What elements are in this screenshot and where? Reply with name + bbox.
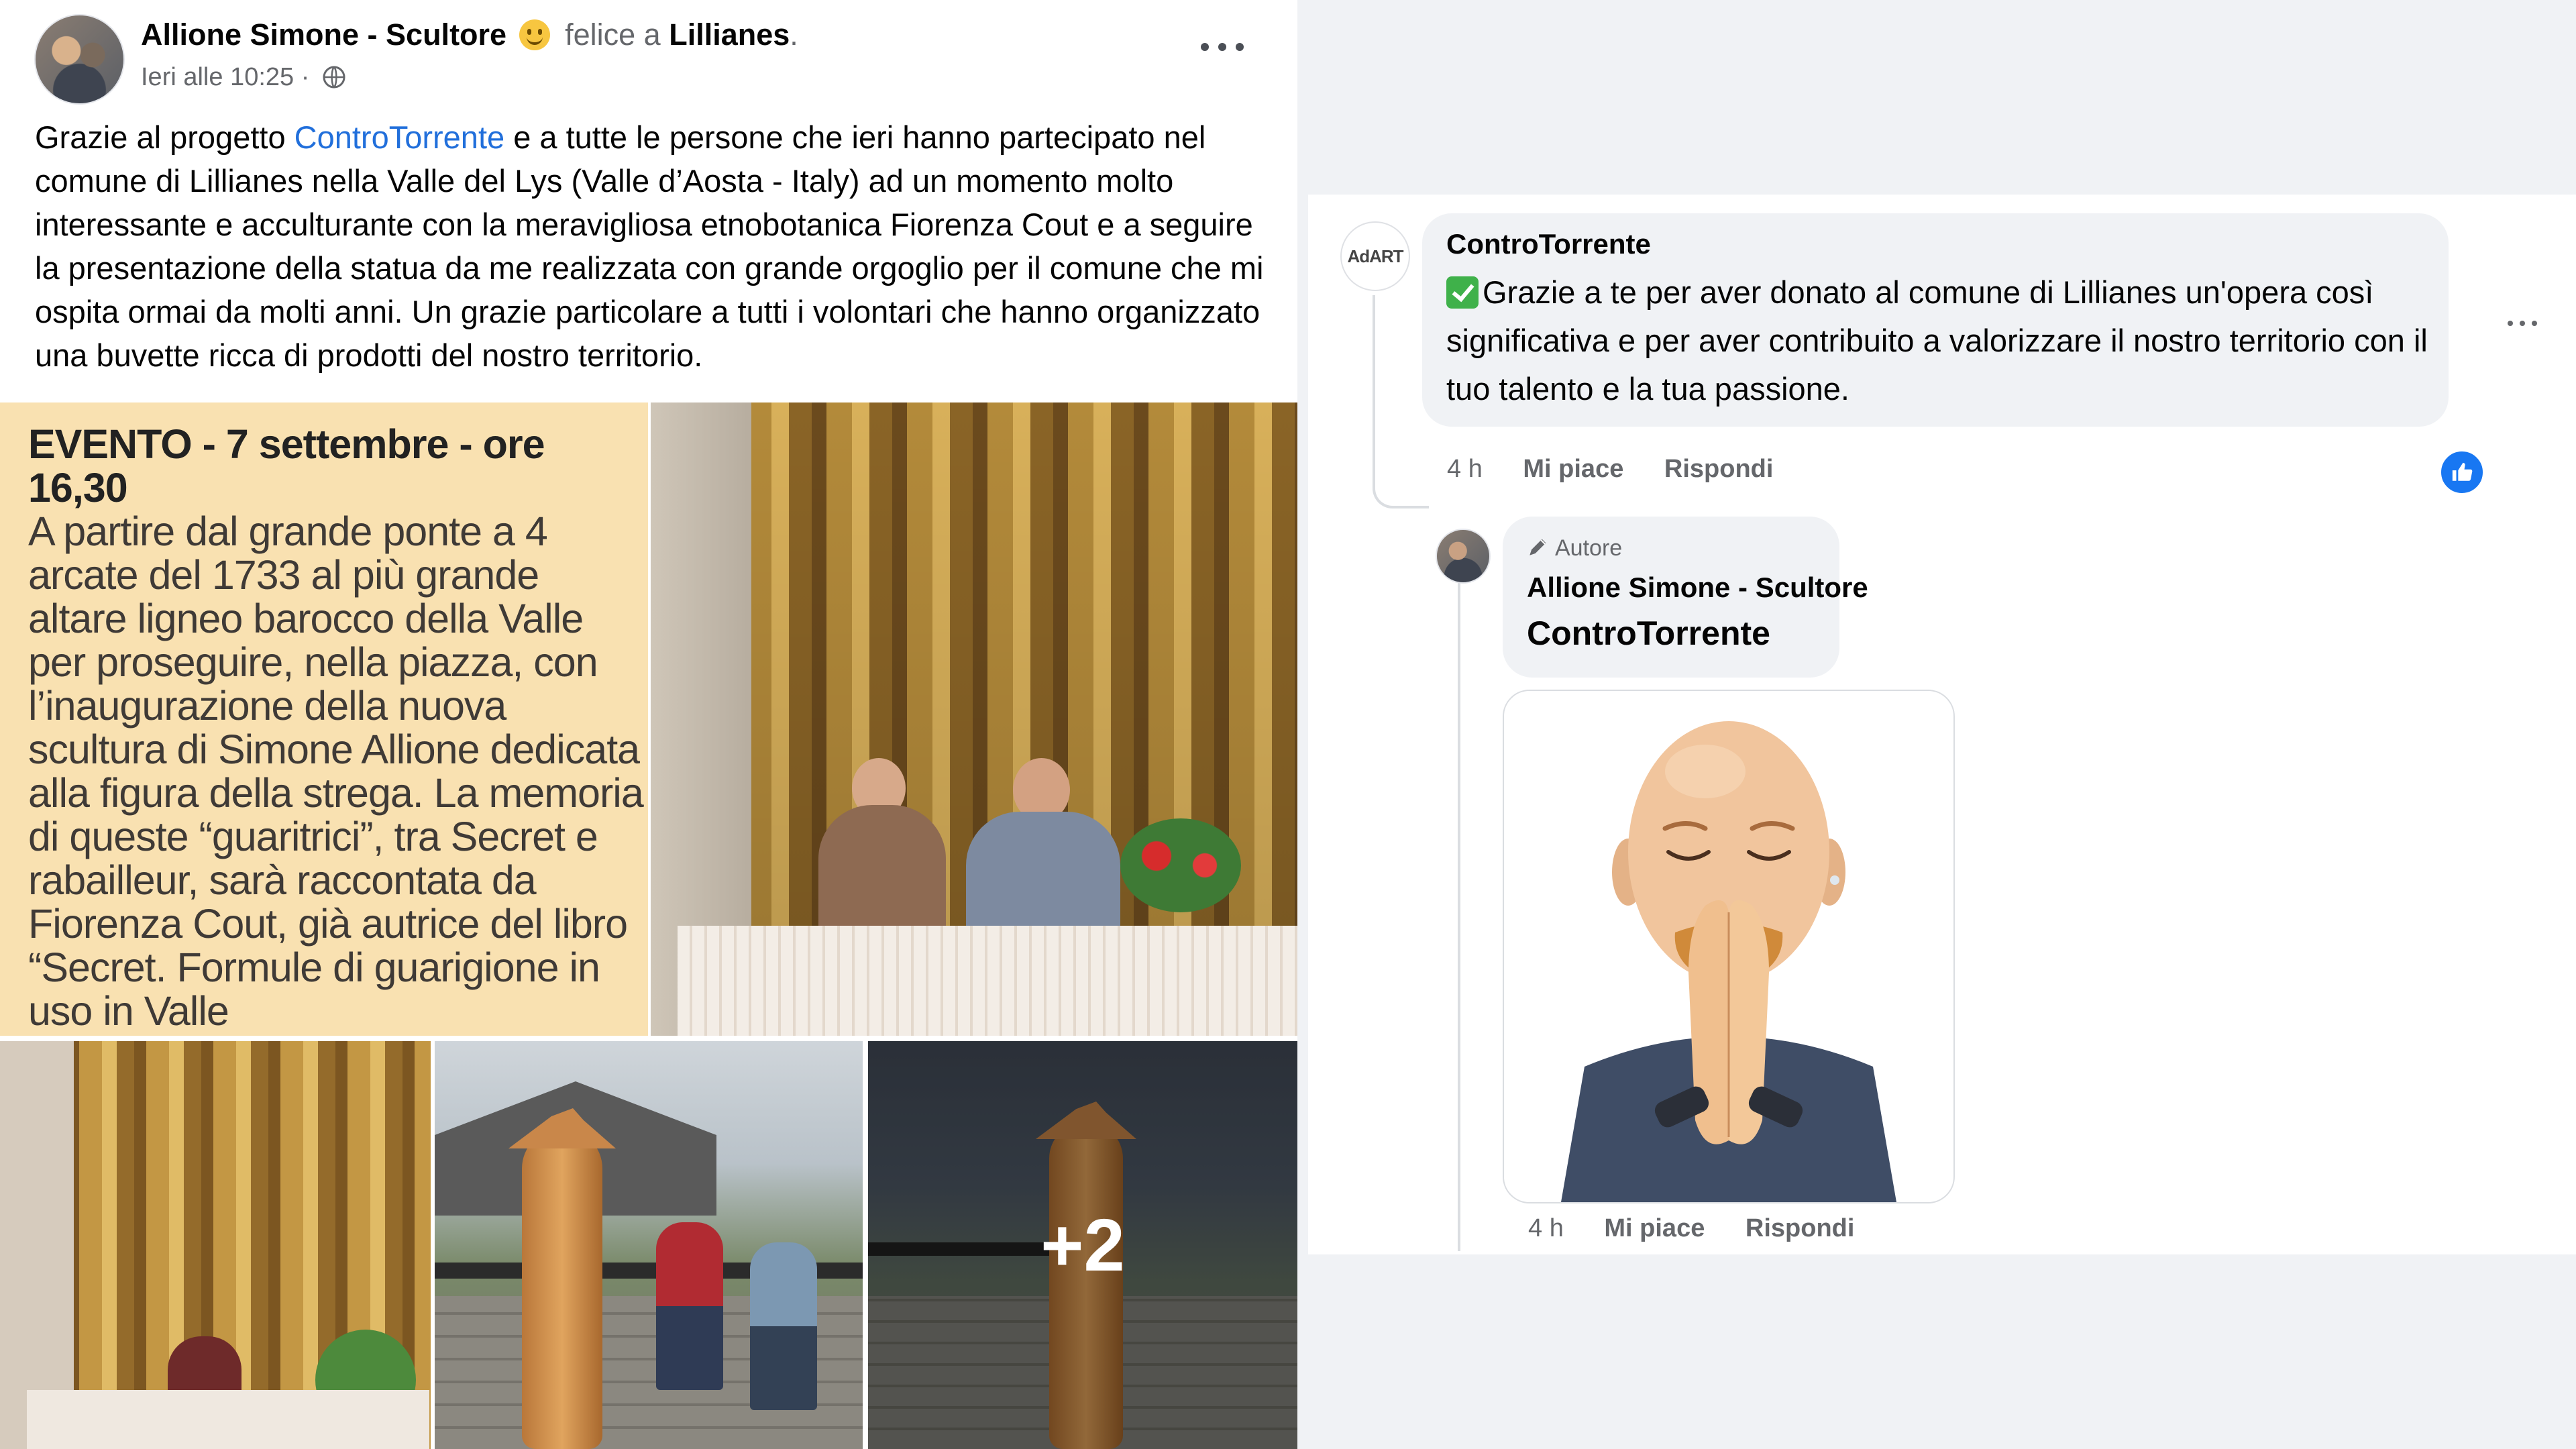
post-body-text: Grazie al progetto ControTorrente e a tu…	[35, 115, 1283, 377]
comment-time[interactable]: 4 h	[1447, 455, 1483, 483]
divider	[1297, 0, 1308, 1449]
comment-reply-button[interactable]: Rispondi	[1664, 455, 1774, 483]
post-text-part1: Grazie al progetto	[35, 119, 294, 155]
comment-like-button[interactable]: Mi piace	[1523, 455, 1623, 483]
comment-options-icon[interactable]	[2508, 319, 2537, 328]
comment-text: Grazie a te per aver donato al comune di…	[1446, 274, 2428, 407]
photo-altar-speaker[interactable]	[0, 1041, 431, 1449]
author-badge: Autore	[1527, 535, 1622, 564]
reply-reply-button[interactable]: Rispondi	[1746, 1214, 1855, 1242]
post-card: Allione Simone - Scultore felice a Lilli…	[0, 0, 1297, 1449]
post-author-name[interactable]: Allione Simone - Scultore	[141, 17, 506, 52]
reply-mention[interactable]: ControTorrente	[1527, 614, 1770, 653]
commenter-avatar[interactable]: AdART	[1340, 221, 1410, 291]
place-punct: .	[790, 17, 798, 52]
comment-thread: AdART ControTorrente Grazie a te per ave…	[1308, 195, 2576, 1254]
newspaper-heading: EVENTO - 7 settembre - ore 16,30	[28, 421, 545, 511]
reply-like-button[interactable]: Mi piace	[1604, 1214, 1705, 1242]
more-photos-count: +2	[1040, 1203, 1125, 1287]
globe-icon	[322, 64, 346, 98]
post-meta: Ieri alle 10:25 ·	[141, 60, 346, 98]
comment-text-wrap: Grazie a te per aver donato al comune di…	[1446, 268, 2432, 413]
comment-actions: 4 h Mi piace Rispondi	[1447, 455, 1807, 484]
like-reaction-icon[interactable]	[2439, 449, 2485, 495]
author-avatar[interactable]	[34, 14, 125, 105]
reply-time[interactable]: 4 h	[1528, 1214, 1564, 1242]
feeling-text: felice a	[565, 17, 661, 52]
photo-statue-with-people[interactable]	[435, 1041, 863, 1449]
photo-newspaper-clipping[interactable]: EVENTO - 7 settembre - ore 16,30 A parti…	[0, 402, 648, 1036]
reply-author-avatar[interactable]	[1436, 529, 1491, 584]
newspaper-text: EVENTO - 7 settembre - ore 16,30 A parti…	[28, 423, 645, 1033]
author-badge-label: Autore	[1555, 535, 1623, 561]
post-place-link[interactable]: Lillianes	[669, 17, 790, 52]
check-mark-icon	[1446, 276, 1479, 309]
comment-author[interactable]: ControTorrente	[1446, 228, 1651, 260]
pencil-icon	[1527, 535, 1550, 564]
post-header: Allione Simone - Scultore felice a Lilli…	[141, 15, 798, 55]
thread-line	[1373, 295, 1375, 486]
thread-line-reply	[1458, 574, 1460, 1251]
photo-altar-presentation[interactable]	[651, 402, 1297, 1036]
reply-actions: 4 h Mi piace Rispondi	[1528, 1214, 1888, 1243]
post-text-part2: e a tutte le persone che ieri hanno part…	[35, 119, 1264, 373]
reply-author[interactable]: Allione Simone - Scultore	[1527, 572, 1868, 604]
controtorrente-link[interactable]: ControTorrente	[294, 119, 505, 155]
post-options-icon[interactable]	[1201, 37, 1244, 57]
photo-statue-more[interactable]: +2	[868, 1041, 1297, 1449]
post-timestamp[interactable]: Ieri alle 10:25 ·	[141, 63, 309, 91]
smiley-feeling-icon	[519, 19, 550, 50]
comment-bubble: ControTorrente Grazie a te per aver dona…	[1422, 213, 2449, 427]
reply-bubble: Autore Allione Simone - Scultore ControT…	[1503, 517, 1868, 678]
thread-connector	[1373, 476, 1429, 508]
newspaper-body: A partire dal grande ponte a 4 arcate de…	[28, 508, 644, 1034]
praying-memoji-sticker[interactable]	[1503, 690, 1955, 1203]
